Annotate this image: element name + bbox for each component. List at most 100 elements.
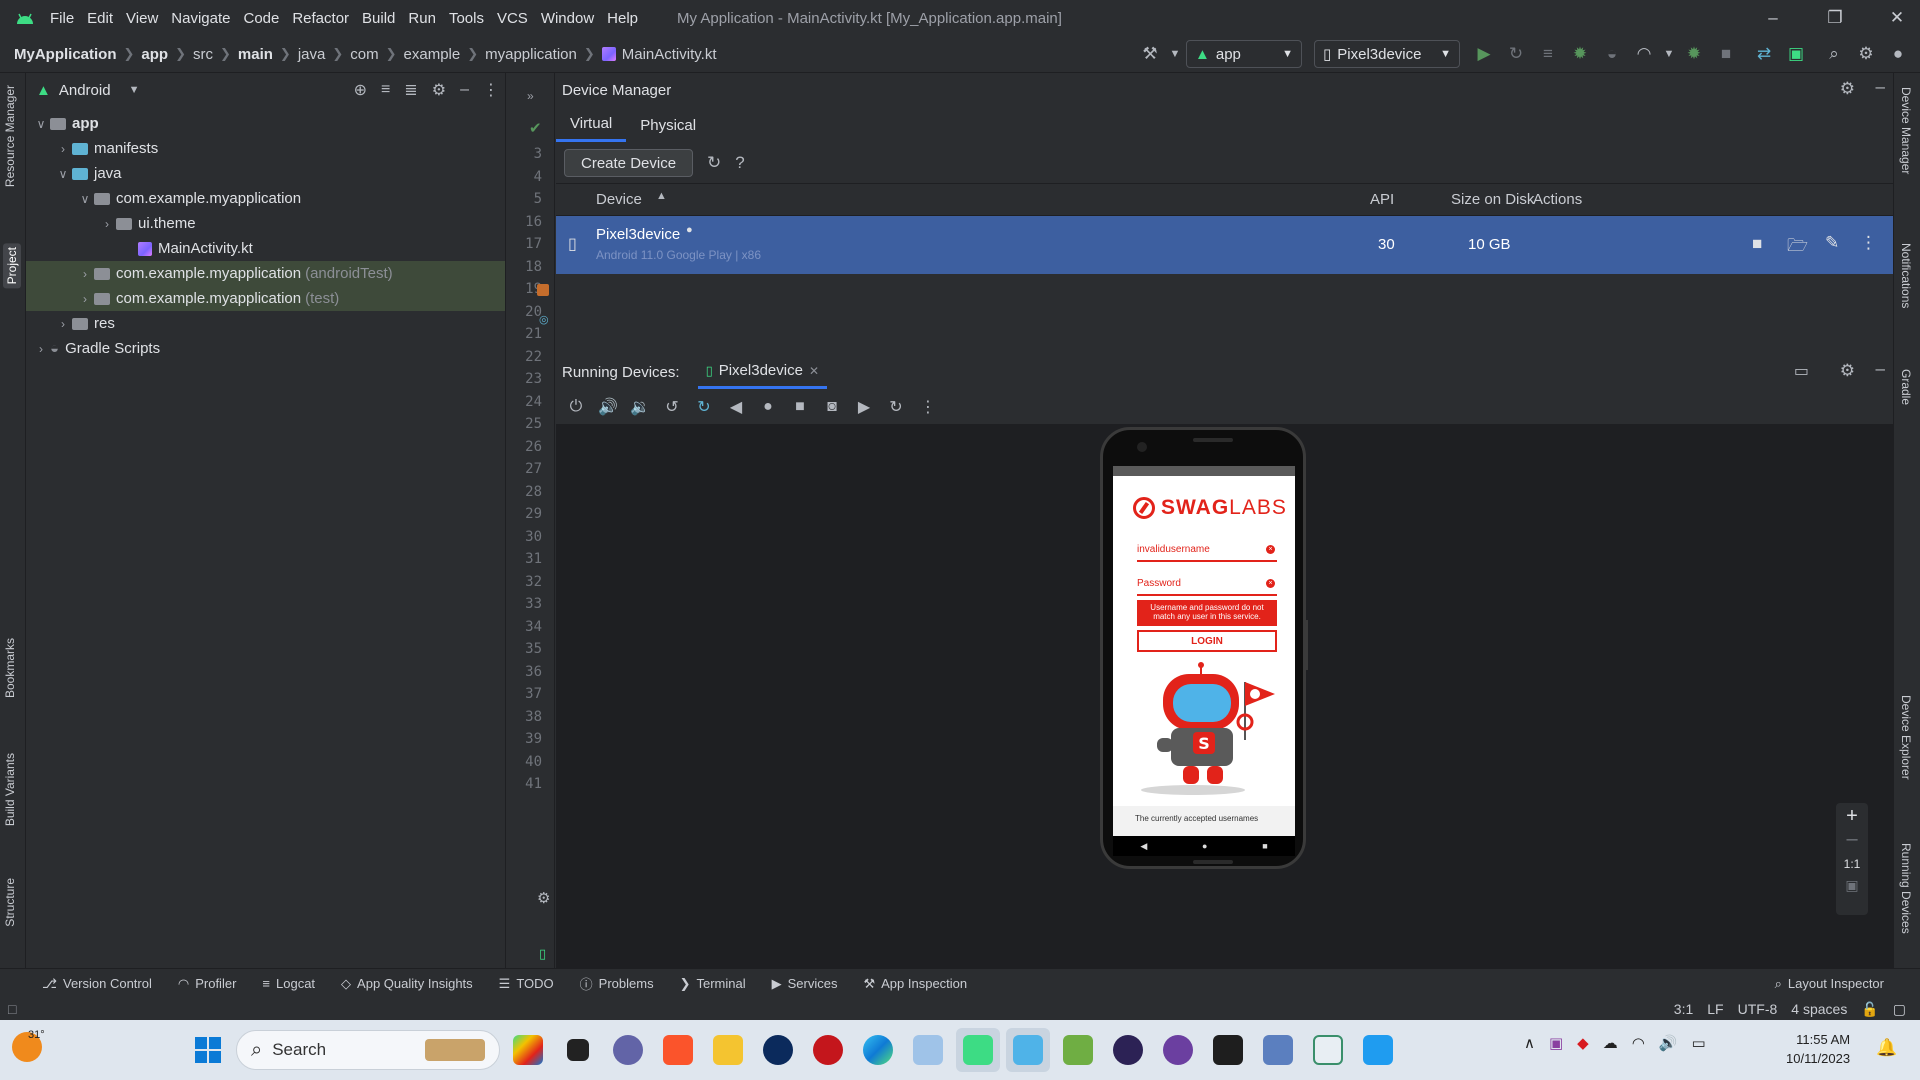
device-manager-icon[interactable]: ▣ [1782,40,1810,68]
more-options-icon[interactable]: ⋮ [912,397,944,417]
device-selector[interactable]: ▯ Pixel3device ▼ [1314,40,1460,68]
teams-meet-app[interactable] [606,1028,650,1072]
tab-bookmarks[interactable]: Bookmarks [3,638,17,698]
column-api[interactable]: API [1370,191,1394,208]
menu-refactor[interactable]: Refactor [292,10,349,27]
file-encoding[interactable]: UTF-8 [1738,1001,1778,1017]
column-size[interactable]: Size on Disk [1451,191,1534,208]
tree-item-java[interactable]: ∨ java [26,161,505,186]
menu-build[interactable]: Build [362,10,395,27]
vscode-app[interactable] [1356,1028,1400,1072]
tree-item-manifests[interactable]: › manifests [26,136,505,161]
device-row[interactable]: ▯ Pixel3device ● Android 11.0 Google Pla… [556,216,1893,274]
tool-layout-inspector[interactable]: ⌕ Layout Inspector [1775,976,1884,992]
rotate-right-icon[interactable]: ↻ [688,397,720,417]
tab-device-explorer[interactable]: Device Explorer [1899,695,1913,780]
open-folder-icon[interactable]: 🗁 [1787,233,1808,262]
menu-navigate[interactable]: Navigate [171,10,230,27]
tree-item-mainactivity[interactable]: MainActivity.kt [26,236,505,261]
stop-icon[interactable]: ■ [1712,40,1740,68]
security-app[interactable] [806,1028,850,1072]
breadcrumb-src[interactable]: src [193,46,213,63]
tray-app-icon[interactable]: ▣ [1549,1034,1563,1052]
debug-icon[interactable]: ✹ [1566,40,1594,68]
menu-vcs[interactable]: VCS [497,10,528,27]
tab-project[interactable]: Project [3,243,21,289]
volume-down-icon[interactable]: 🔉 [624,397,656,417]
breadcrumb-project[interactable]: MyApplication [14,46,117,63]
cloud-icon[interactable]: ☁ [1603,1034,1618,1052]
start-button[interactable] [186,1028,230,1072]
help-icon[interactable]: ? [735,153,744,173]
composable-icon[interactable]: ◎ [539,313,549,326]
settings-gear-icon[interactable]: ⚙ [1852,40,1880,68]
gear-icon[interactable]: ⚙ [537,889,550,907]
menu-help[interactable]: Help [607,10,638,27]
chevron-right-icon[interactable]: › [32,342,50,356]
breadcrumb-java[interactable]: java [298,46,326,63]
username-field[interactable]: invalidusername × [1137,540,1277,562]
expand-all-icon[interactable]: ≡ [381,81,390,99]
window-app[interactable] [1306,1028,1350,1072]
edit-pencil-icon[interactable]: ✎ [1825,233,1839,253]
notifications-icon[interactable]: ▢ [1893,1001,1906,1018]
line-separator[interactable]: LF [1707,1001,1723,1017]
chevron-right-icon[interactable]: › [98,217,116,231]
tool-todo[interactable]: ☰ TODO [499,976,554,992]
bug-run-icon[interactable]: ✹ [1680,40,1708,68]
apply-changes-icon[interactable]: ↻ [1502,40,1530,68]
menu-edit[interactable]: Edit [87,10,113,27]
tree-item-res[interactable]: › res [26,311,505,336]
chevron-down-icon[interactable]: ▼ [1662,40,1676,68]
photo-app[interactable] [906,1028,950,1072]
breadcrumb-app[interactable]: app [141,46,168,63]
chevron-down-icon[interactable]: ∨ [32,117,50,131]
tree-item-package-test[interactable]: › com.example.myapplication (test) [26,286,505,311]
tab-virtual[interactable]: Virtual [556,109,627,142]
gear-icon[interactable]: ⚙ [1840,361,1855,381]
close-tab-icon[interactable]: ✕ [809,364,819,378]
breadcrumb-file[interactable]: MainActivity.kt [622,46,717,63]
emulator-app[interactable] [1006,1028,1050,1072]
tab-notifications[interactable]: Notifications [1899,243,1913,308]
more-options-icon[interactable]: ⋮ [483,80,499,100]
copilot-app[interactable] [506,1028,550,1072]
terminal-app[interactable] [1206,1028,1250,1072]
tool-problems[interactable]: ⓘ Problems [580,974,654,993]
menu-code[interactable]: Code [243,10,279,27]
file-explorer-app[interactable] [706,1028,750,1072]
tray-security-icon[interactable]: ◆ [1577,1034,1589,1052]
speaker-icon[interactable]: 🔊 [1659,1034,1678,1052]
chevron-right-icon[interactable]: › [76,292,94,306]
wifi-icon[interactable]: ◠ [1632,1034,1645,1052]
sort-ascending-icon[interactable]: ▲ [656,190,667,202]
hide-icon[interactable]: – [1876,77,1885,97]
back-icon[interactable]: ◀ [720,397,752,417]
password-field[interactable]: Password × [1137,574,1277,596]
ccleaner-app[interactable] [756,1028,800,1072]
overview-icon[interactable]: ■ [784,398,816,416]
snapshot-icon[interactable]: ↻ [880,397,912,417]
project-view-selector[interactable]: Android [59,82,111,99]
menu-run[interactable]: Run [408,10,436,27]
tool-app-quality-insights[interactable]: ◇ App Quality Insights [341,976,473,992]
gear-icon[interactable]: ⚙ [432,80,446,100]
expand-panel-icon[interactable]: » [527,89,534,103]
breadcrumb-myapplication[interactable]: myapplication [485,46,577,63]
tree-item-package-androidtest[interactable]: › com.example.myapplication (androidTest… [26,261,505,286]
chevron-right-icon[interactable]: › [54,317,72,331]
menu-view[interactable]: View [126,10,158,27]
breadcrumb-example[interactable]: example [404,46,461,63]
task-view-app[interactable] [556,1028,600,1072]
edge-browser-app[interactable] [856,1028,900,1072]
rotate-left-icon[interactable]: ↺ [656,397,688,417]
screenshot-camera-icon[interactable]: ◙ [816,398,848,416]
nav-home-icon[interactable]: ● [1202,841,1207,851]
chevron-down-icon[interactable]: ∨ [54,167,72,181]
device-preview-icon[interactable]: ▯ [539,946,546,962]
minimize-icon[interactable]: – [1750,8,1796,28]
lock-icon[interactable]: 🔓 [1861,1001,1878,1018]
restore-icon[interactable]: ❐ [1812,8,1858,28]
tool-version-control[interactable]: ⎇ Version Control [42,976,152,992]
hide-icon[interactable]: – [1876,359,1885,379]
